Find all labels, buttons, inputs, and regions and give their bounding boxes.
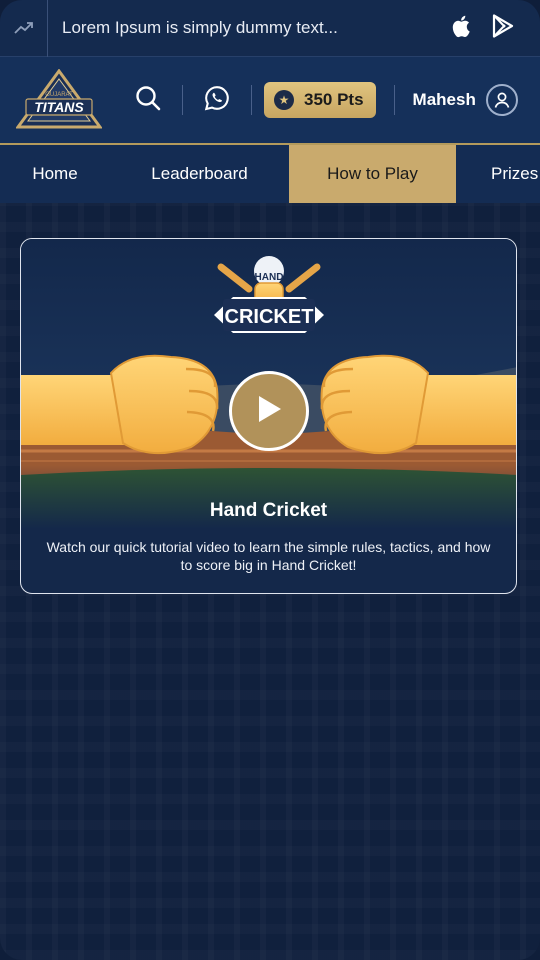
apple-icon[interactable] — [452, 14, 472, 43]
search-button[interactable] — [126, 78, 170, 122]
card-description: Watch our quick tutorial video to learn … — [46, 539, 491, 573]
news-ticker: Lorem Ipsum is simply dummy text... — [0, 0, 540, 57]
app-header: GUJARAT TITANS ★ 350 Pts Mahesh — [0, 57, 540, 145]
divider — [393, 85, 395, 115]
search-icon — [135, 85, 161, 116]
logo-subtext: GUJARAT — [45, 92, 73, 98]
tutorial-video-card[interactable]: HAND CRICKET Hand Cricket Watch our quic… — [20, 238, 517, 594]
play-button[interactable] — [229, 371, 309, 451]
badge-main-text: CRICKET — [225, 306, 314, 328]
tab-prizes[interactable]: Prizes — [456, 145, 540, 203]
tab-how-to-play[interactable]: How to Play — [289, 145, 456, 203]
badge-top-text: HAND — [255, 272, 284, 283]
main-nav: Home Leaderboard How to Play Prizes — [0, 145, 540, 203]
points-badge[interactable]: ★ 350 Pts — [264, 82, 376, 118]
user-name[interactable]: Mahesh — [413, 90, 476, 110]
user-avatar-icon[interactable] — [485, 84, 518, 116]
whatsapp-button[interactable] — [195, 78, 239, 122]
points-value: 350 Pts — [304, 90, 364, 109]
tab-home[interactable]: Home — [0, 145, 110, 203]
tab-leaderboard[interactable]: Leaderboard — [110, 145, 289, 203]
divider — [182, 85, 183, 115]
star-coin-icon: ★ — [274, 90, 294, 110]
whatsapp-icon — [204, 85, 230, 116]
ticker-text[interactable]: Lorem Ipsum is simply dummy text... — [48, 18, 452, 38]
play-icon — [254, 393, 284, 430]
card-title: Hand Cricket — [209, 500, 328, 521]
gujarat-titans-logo[interactable]: GUJARAT TITANS — [15, 68, 103, 131]
logo-text: TITANS — [34, 99, 84, 115]
google-play-icon[interactable] — [492, 13, 514, 43]
trend-up-icon — [0, 0, 48, 57]
app-frame: Lorem Ipsum is simply dummy text... GUJA… — [0, 0, 540, 960]
divider — [251, 85, 252, 115]
